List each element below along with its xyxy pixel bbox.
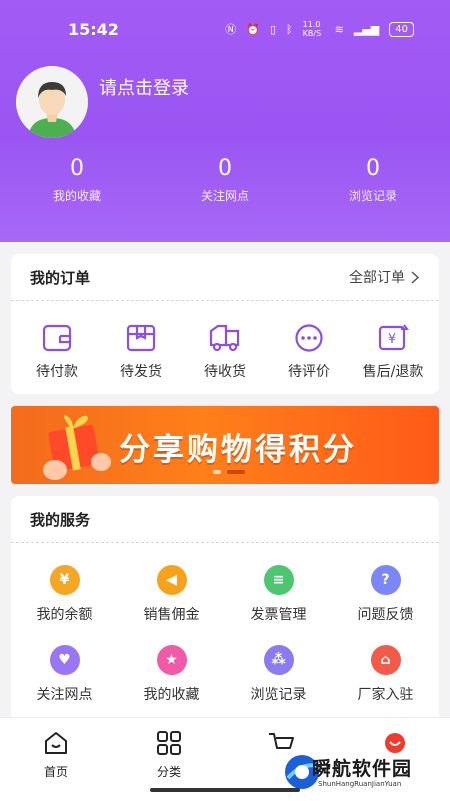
net-speed: 11.0 KB/S [302, 20, 322, 38]
watermark-subtitle: ShunHangRuanJianYuan [318, 780, 402, 788]
svg-text:¥: ¥ [388, 332, 396, 347]
comment-icon [295, 324, 323, 352]
stats-row: 0 我的收藏 0 关注网点 0 浏览记录 [0, 156, 450, 204]
vibrate-icon: ▯ [269, 22, 277, 36]
tab-label: 首页 [43, 765, 68, 779]
order-label: 待收货 [204, 364, 246, 380]
stat-value: 0 [366, 156, 380, 181]
home-indicator [150, 788, 300, 792]
alarm-icon: ⏰ [246, 22, 260, 36]
order-status-row: 待付款 待发货 待收货 待评价 ¥ 售后/退款 [11, 301, 439, 381]
status-time: 15:42 [68, 20, 119, 39]
truck-icon [209, 324, 240, 352]
avatar-icon [16, 66, 88, 138]
heart-icon: ♥ [49, 645, 80, 675]
services-grid: ¥ 我的余额 ◀ 销售佣金 ≡ 发票管理 ? 问题反馈 ♥ 关注网点 ★ 我的收… [11, 543, 439, 704]
wallet-icon [42, 324, 72, 352]
service-label: 发票管理 [250, 607, 307, 623]
category-icon [157, 731, 181, 755]
service-label: 我的余额 [36, 607, 93, 623]
stat-value: 0 [218, 156, 232, 181]
service-feedback[interactable]: ? 问题反馈 [332, 565, 439, 624]
stat-value: 0 [70, 156, 84, 181]
order-pending-shipment[interactable]: 待发货 [99, 323, 183, 381]
service-balance[interactable]: ¥ 我的余额 [11, 565, 118, 624]
stat-followed-outlets[interactable]: 0 关注网点 [160, 156, 290, 204]
banner-pagination [213, 470, 245, 474]
promo-banner[interactable]: 分享购物得积分 [11, 406, 439, 484]
money-bag-icon: ¥ [49, 565, 80, 595]
watermark-logo: 瞬航软件园 ShunHangRuanJianYuan [282, 750, 442, 796]
stat-label: 浏览记录 [348, 189, 397, 203]
question-icon: ? [370, 565, 401, 595]
signal-icon: ▂▄▆ [353, 22, 380, 36]
home-icon [45, 732, 67, 754]
tab-home[interactable]: 首页 [21, 730, 91, 780]
banner-text: 分享购物得积分 [119, 432, 357, 468]
service-label: 关注网点 [36, 687, 93, 703]
stat-favorites[interactable]: 0 我的收藏 [12, 156, 142, 204]
gift-box-icon [43, 415, 111, 480]
services-title: 我的服务 [30, 510, 91, 529]
service-label: 厂家入驻 [357, 687, 414, 703]
pagination-dot [213, 470, 221, 474]
profile-header: 15:42 Ⓝ ⏰ ▯ ᛒ 11.0 KB/S ≋ ▂▄▆ 40 请点击登录 0… [0, 0, 450, 242]
star-icon: ★ [156, 645, 187, 675]
order-label: 待发货 [120, 364, 162, 380]
pagination-dot-active [227, 470, 245, 474]
login-prompt[interactable]: 请点击登录 [99, 74, 189, 100]
tab-category[interactable]: 分类 [134, 730, 204, 780]
order-pending-review[interactable]: 待评价 [267, 323, 351, 381]
service-commission[interactable]: ◀ 销售佣金 [118, 565, 225, 624]
nfc-icon: Ⓝ [225, 23, 237, 36]
service-label: 我的收藏 [143, 687, 200, 703]
refund-icon: ¥ [378, 324, 409, 351]
service-history[interactable]: ⁂ 浏览记录 [225, 645, 332, 704]
service-invoice[interactable]: ≡ 发票管理 [225, 565, 332, 624]
all-orders-link[interactable]: 全部订单 [349, 267, 419, 287]
orders-title: 我的订单 [30, 268, 91, 287]
chevron-right-icon [411, 270, 419, 284]
tab-label: 分类 [156, 765, 181, 779]
order-label: 待付款 [36, 364, 78, 380]
orders-header: 我的订单 全部订单 [11, 254, 439, 301]
order-label: 售后/退款 [362, 364, 424, 380]
stat-label: 我的收藏 [52, 189, 101, 203]
stat-history[interactable]: 0 浏览记录 [308, 156, 438, 204]
services-header: 我的服务 [11, 496, 439, 543]
service-label: 浏览记录 [250, 687, 307, 703]
wifi-icon: ≋ [334, 22, 344, 36]
orders-card: 我的订单 全部订单 待付款 待发货 待收货 待评价 ¥ 售后/退款 [11, 254, 439, 394]
battery-icon: 40 [389, 21, 414, 37]
footprint-icon: ⁂ [263, 645, 294, 675]
order-after-sales[interactable]: ¥ 售后/退款 [351, 323, 435, 381]
status-icons: Ⓝ ⏰ ▯ ᛒ 11.0 KB/S ≋ ▂▄▆ 40 [225, 20, 414, 38]
shop-icon: ⌂ [370, 645, 401, 675]
service-favorites[interactable]: ★ 我的收藏 [118, 645, 225, 704]
service-vendor-join[interactable]: ⌂ 厂家入驻 [332, 645, 439, 704]
order-label: 待评价 [288, 364, 330, 380]
box-icon [126, 324, 156, 352]
services-card: 我的服务 ¥ 我的余额 ◀ 销售佣金 ≡ 发票管理 ? 问题反馈 ♥ 关注网点 … [11, 496, 439, 718]
service-label: 销售佣金 [143, 607, 200, 623]
watermark-title: 瞬航软件园 [312, 758, 413, 780]
service-label: 问题反馈 [357, 607, 414, 623]
all-orders-label: 全部订单 [349, 270, 405, 286]
service-followed-outlets[interactable]: ♥ 关注网点 [11, 645, 118, 704]
invoice-icon: ≡ [263, 565, 294, 595]
order-pending-payment[interactable]: 待付款 [15, 323, 99, 381]
avatar[interactable] [16, 66, 88, 138]
megaphone-icon: ◀ [156, 565, 187, 595]
bluetooth-icon: ᛒ [286, 22, 293, 36]
stat-label: 关注网点 [200, 189, 249, 203]
order-pending-receipt[interactable]: 待收货 [183, 323, 267, 381]
status-bar: 15:42 Ⓝ ⏰ ▯ ᛒ 11.0 KB/S ≋ ▂▄▆ 40 [0, 0, 450, 58]
